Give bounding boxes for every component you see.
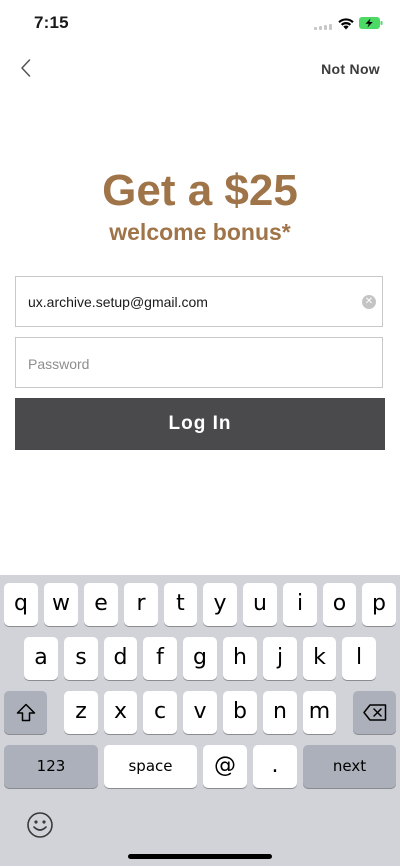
key-o[interactable]: o: [323, 583, 356, 626]
password-placeholder: Password: [28, 356, 90, 372]
home-indicator: [128, 854, 272, 859]
key-y[interactable]: y: [203, 583, 237, 626]
back-button[interactable]: [12, 52, 40, 84]
key-w[interactable]: w: [44, 583, 78, 626]
key-m[interactable]: m: [303, 691, 336, 734]
numbers-key[interactable]: 123: [4, 745, 98, 788]
promo-subheadline: welcome bonus*: [109, 219, 291, 245]
key-t[interactable]: t: [164, 583, 197, 626]
key-b[interactable]: b: [223, 691, 257, 734]
not-now-button[interactable]: Not Now: [321, 61, 380, 77]
cellular-signal-icon: [314, 24, 334, 30]
backspace-key[interactable]: [353, 691, 396, 734]
email-value: ux.archive.setup@gmail.com: [28, 294, 208, 310]
key-x[interactable]: x: [104, 691, 137, 734]
key-u[interactable]: u: [243, 583, 277, 626]
space-key[interactable]: space: [104, 745, 197, 788]
keyboard: q w e r t y u i o p a s d f g h j k l z …: [0, 575, 400, 866]
key-e[interactable]: e: [84, 583, 118, 626]
key-f[interactable]: f: [143, 637, 177, 680]
shift-icon: [16, 703, 35, 722]
key-c[interactable]: c: [143, 691, 177, 734]
status-bar: 7:15: [0, 0, 400, 44]
login-button[interactable]: Log In: [15, 398, 385, 450]
key-i[interactable]: i: [283, 583, 317, 626]
key-h[interactable]: h: [223, 637, 257, 680]
key-q[interactable]: q: [4, 583, 38, 626]
key-s[interactable]: s: [64, 637, 98, 680]
email-field[interactable]: ux.archive.setup@gmail.com ✕: [15, 276, 383, 327]
password-field[interactable]: Password: [15, 337, 383, 388]
key-v[interactable]: v: [183, 691, 217, 734]
key-d[interactable]: d: [104, 637, 137, 680]
key-l[interactable]: l: [342, 637, 376, 680]
clear-icon[interactable]: ✕: [362, 295, 376, 309]
key-n[interactable]: n: [263, 691, 297, 734]
shift-key[interactable]: [4, 691, 47, 734]
next-key[interactable]: next: [303, 745, 396, 788]
key-a[interactable]: a: [24, 637, 58, 680]
back-chevron-icon: [21, 59, 31, 77]
key-k[interactable]: k: [303, 637, 336, 680]
key-g[interactable]: g: [183, 637, 217, 680]
backspace-icon: [362, 704, 386, 721]
key-z[interactable]: z: [64, 691, 98, 734]
emoji-icon[interactable]: [26, 811, 54, 839]
period-key[interactable]: .: [253, 745, 297, 788]
wifi-icon: [338, 18, 354, 30]
status-time: 7:15: [34, 13, 69, 32]
key-p[interactable]: p: [362, 583, 396, 626]
key-j[interactable]: j: [263, 637, 297, 680]
battery-charging-icon: [359, 17, 383, 29]
promo-headline: Get a $25: [102, 166, 298, 215]
key-r[interactable]: r: [124, 583, 158, 626]
at-key[interactable]: @: [203, 745, 247, 788]
